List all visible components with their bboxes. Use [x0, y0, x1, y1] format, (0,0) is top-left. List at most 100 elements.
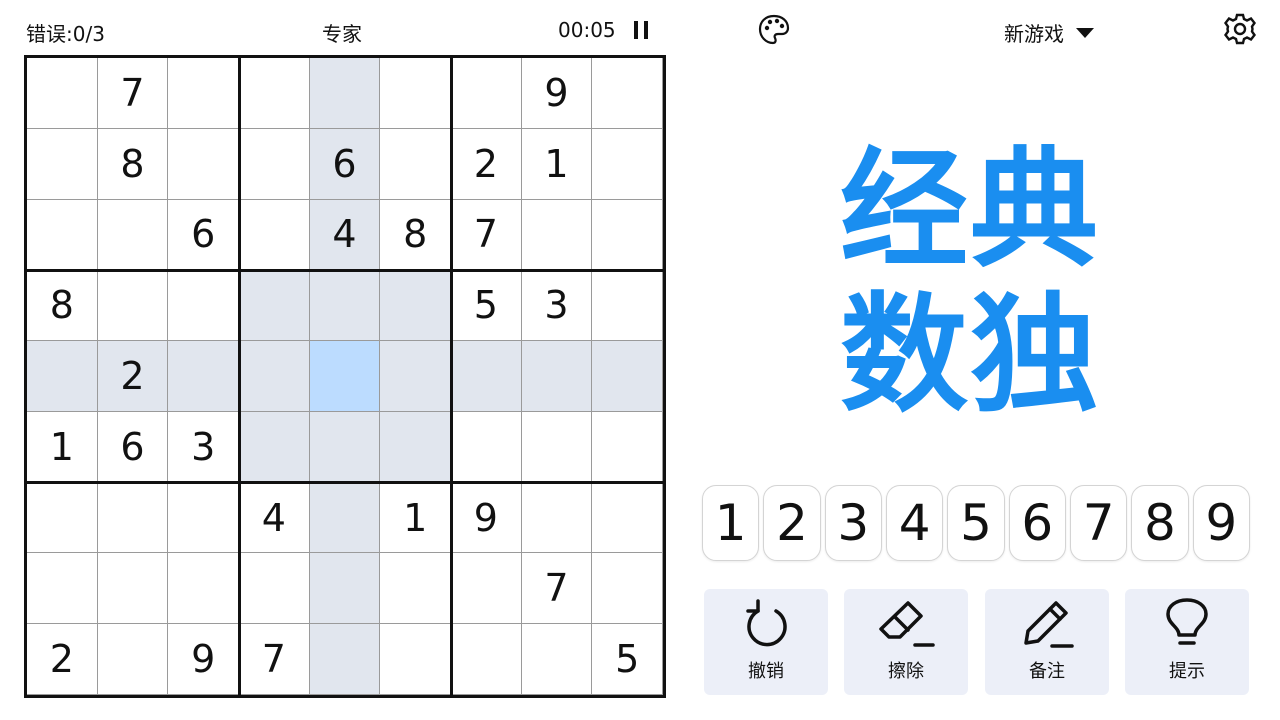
board-cell[interactable] [97, 199, 169, 271]
board-cell[interactable]: 5 [592, 624, 663, 695]
board-cell[interactable] [592, 341, 663, 412]
board-cell[interactable]: 2 [97, 341, 169, 412]
board-cell[interactable]: 5 [451, 270, 522, 342]
board-cell[interactable] [168, 482, 239, 554]
board-cell[interactable]: 6 [309, 128, 381, 200]
board-cell[interactable] [27, 341, 98, 412]
board-cell[interactable] [239, 341, 310, 412]
board-cell[interactable] [97, 482, 169, 554]
board-cell[interactable] [521, 411, 593, 483]
notes-button[interactable]: 备注 [985, 589, 1109, 695]
board-cell[interactable]: 7 [239, 624, 310, 695]
board-cell[interactable]: 4 [309, 199, 381, 271]
board-cell[interactable] [168, 270, 239, 342]
board-cell[interactable] [380, 553, 451, 625]
board-cell[interactable]: 7 [97, 58, 169, 129]
board-cell[interactable] [592, 58, 663, 129]
board-cell[interactable] [239, 199, 310, 271]
board-cell[interactable] [521, 482, 593, 554]
board-cell[interactable] [592, 553, 663, 625]
board-cell[interactable]: 3 [168, 411, 239, 483]
board-cell[interactable] [521, 624, 593, 695]
board-cell[interactable] [27, 553, 98, 625]
board-cell[interactable] [27, 199, 98, 271]
board-cell[interactable] [97, 624, 169, 695]
board-cell[interactable] [168, 58, 239, 129]
board-cell[interactable] [239, 270, 310, 342]
board-cell[interactable] [309, 341, 381, 412]
board-cell[interactable] [309, 482, 381, 554]
board-cell[interactable] [309, 553, 381, 625]
erase-button[interactable]: 擦除 [844, 589, 968, 695]
board-cell[interactable]: 4 [239, 482, 310, 554]
board-cell[interactable] [451, 624, 522, 695]
number-button[interactable]: 4 [885, 485, 944, 561]
hint-label: 提示 [1169, 661, 1205, 682]
board-cell[interactable] [97, 270, 169, 342]
number-button[interactable]: 7 [1069, 485, 1128, 561]
board-cell[interactable] [521, 199, 593, 271]
board-cell[interactable] [451, 58, 522, 129]
hint-button[interactable]: 提示 [1125, 589, 1249, 695]
board-cell[interactable]: 6 [97, 411, 169, 483]
pause-button[interactable] [632, 19, 652, 41]
sudoku-board: 7986216487853216341972975 [24, 55, 666, 698]
board-cell[interactable] [451, 341, 522, 412]
board-cell[interactable] [380, 270, 451, 342]
board-cell[interactable]: 1 [380, 482, 451, 554]
number-button[interactable]: 1 [702, 485, 760, 561]
board-cell[interactable] [380, 411, 451, 483]
board-cell[interactable] [592, 199, 663, 271]
new-game-dropdown[interactable]: 新游戏 [1004, 18, 1094, 47]
board-cell[interactable]: 9 [521, 58, 593, 129]
board-cell[interactable] [27, 58, 98, 129]
board-cell[interactable]: 9 [451, 482, 522, 554]
board-cell[interactable]: 1 [27, 411, 98, 483]
board-cell[interactable] [592, 128, 663, 200]
board-cell[interactable] [380, 624, 451, 695]
board-cell[interactable]: 7 [451, 199, 522, 271]
board-cell[interactable] [239, 553, 310, 625]
board-cell[interactable] [309, 411, 381, 483]
board-cell[interactable] [168, 341, 239, 412]
board-cell[interactable] [97, 553, 169, 625]
board-cell[interactable] [168, 553, 239, 625]
number-button[interactable]: 8 [1131, 485, 1189, 561]
board-cell[interactable]: 3 [521, 270, 593, 342]
board-cell[interactable] [309, 58, 381, 129]
board-cell[interactable] [451, 553, 522, 625]
undo-button[interactable]: 撤销 [704, 589, 828, 695]
board-cell[interactable]: 8 [380, 199, 451, 271]
board-cell[interactable] [239, 58, 310, 129]
board-cell[interactable]: 1 [521, 128, 593, 200]
number-button[interactable]: 6 [1008, 485, 1066, 561]
board-cell[interactable]: 2 [27, 624, 98, 695]
board-cell[interactable]: 9 [168, 624, 239, 695]
board-cell[interactable] [27, 482, 98, 554]
board-cell[interactable] [521, 341, 593, 412]
board-cell[interactable] [380, 58, 451, 129]
board-cell[interactable] [239, 128, 310, 200]
number-button[interactable]: 9 [1192, 485, 1250, 561]
board-cell[interactable]: 8 [27, 270, 98, 342]
board-cell[interactable] [168, 128, 239, 200]
board-cell[interactable] [592, 270, 663, 342]
number-button[interactable]: 3 [824, 485, 882, 561]
number-button[interactable]: 5 [947, 485, 1005, 561]
board-cell[interactable] [309, 624, 381, 695]
board-cell[interactable] [380, 128, 451, 200]
theme-palette-button[interactable] [757, 13, 791, 47]
board-cell[interactable]: 2 [451, 128, 522, 200]
board-cell[interactable] [592, 482, 663, 554]
board-cell[interactable] [239, 411, 310, 483]
board-cell[interactable]: 7 [521, 553, 593, 625]
number-button[interactable]: 2 [763, 485, 821, 561]
board-cell[interactable] [380, 341, 451, 412]
board-cell[interactable] [592, 411, 663, 483]
board-cell[interactable]: 6 [168, 199, 239, 271]
board-cell[interactable]: 8 [97, 128, 169, 200]
settings-button[interactable] [1222, 11, 1258, 47]
board-cell[interactable] [27, 128, 98, 200]
board-cell[interactable] [451, 411, 522, 483]
board-cell[interactable] [309, 270, 381, 342]
